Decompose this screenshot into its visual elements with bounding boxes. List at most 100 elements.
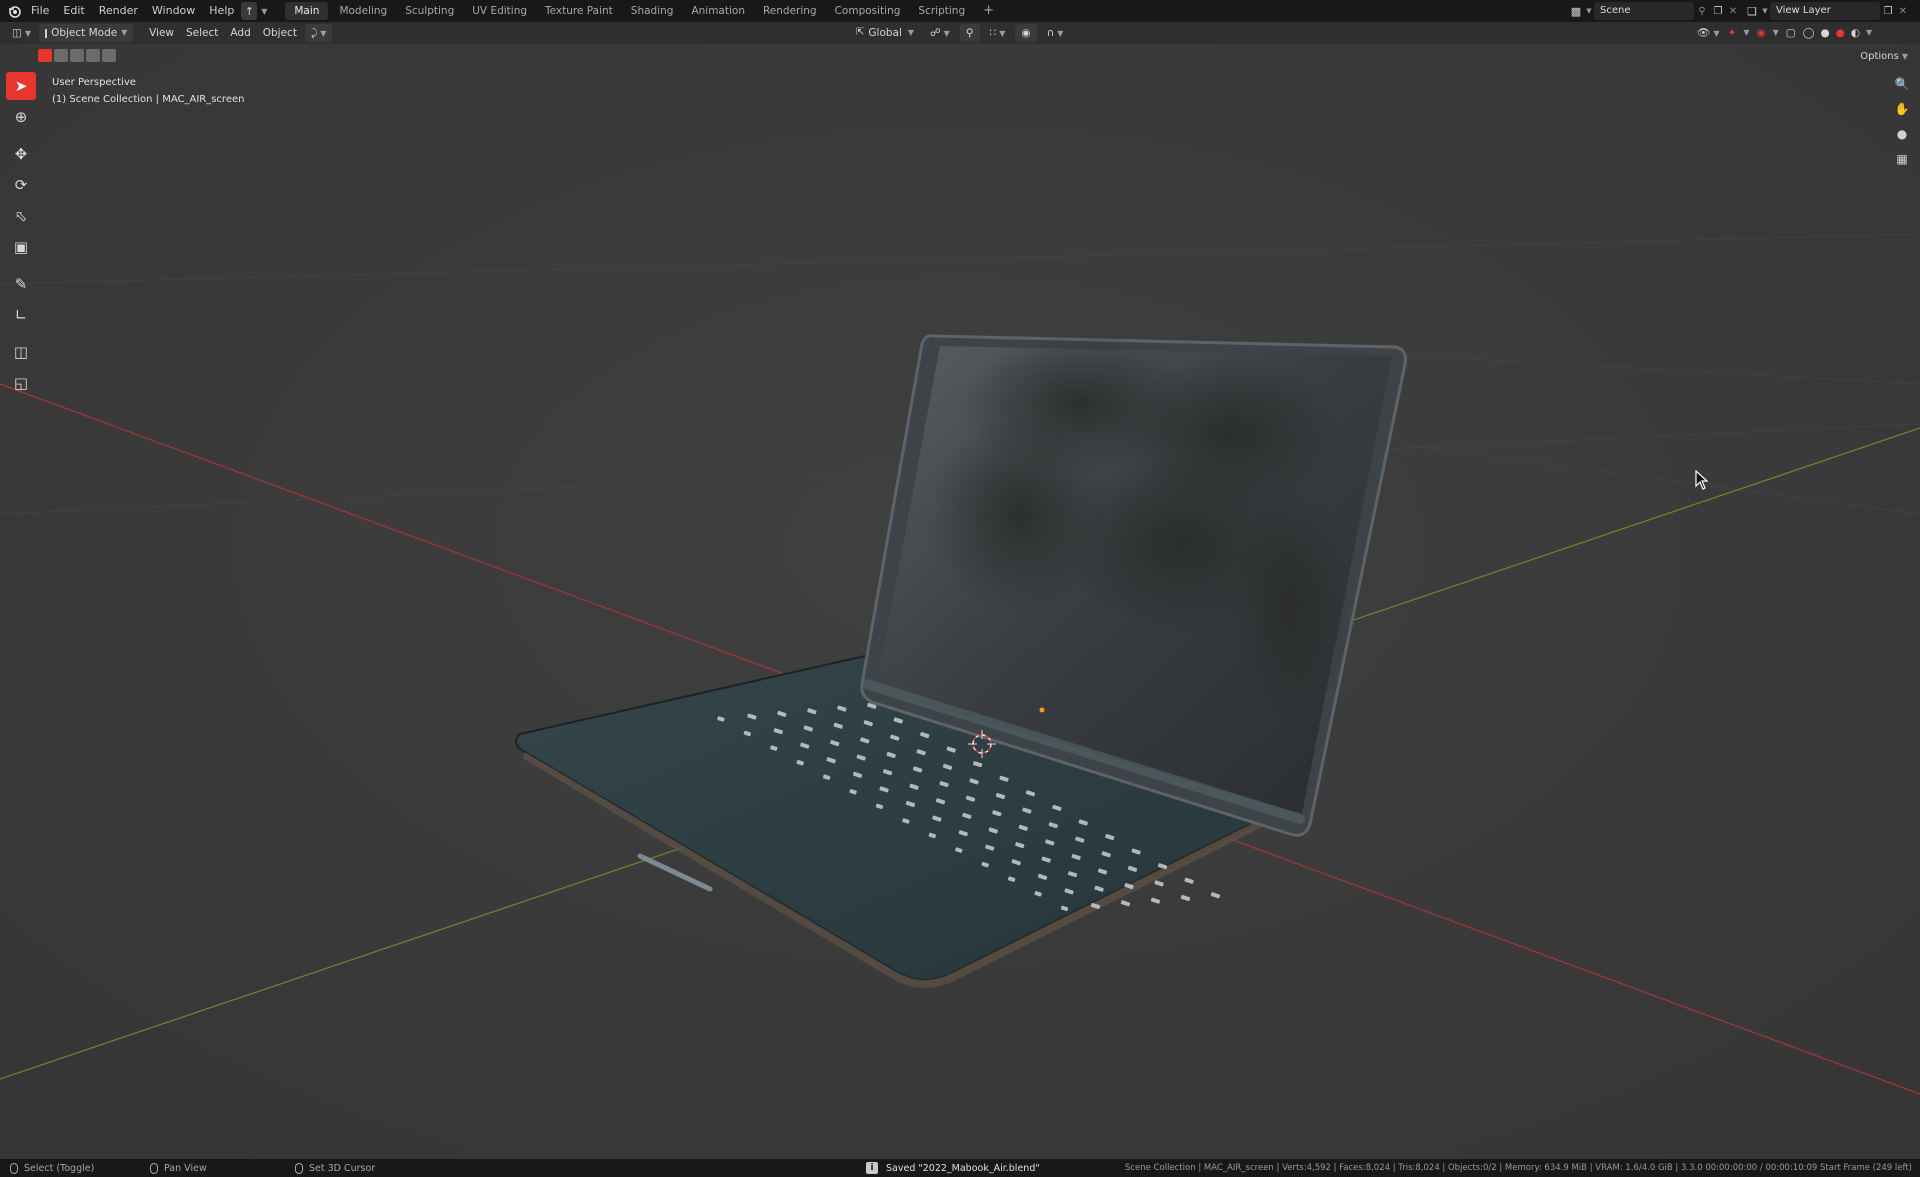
mode-dropdown[interactable]: Object Mode ▼ xyxy=(39,24,134,42)
measure-icon[interactable]: ∟ xyxy=(6,301,36,329)
tab-texture-paint[interactable]: Texture Paint xyxy=(536,0,622,22)
saved-report[interactable]: i Saved "2022_Mabook_Air.blend" xyxy=(866,1159,1040,1177)
blender-icon[interactable] xyxy=(4,2,24,20)
scene-name-field[interactable]: Scene xyxy=(1594,2,1694,20)
gpencil-dropdown[interactable]: ⤸ ▼ xyxy=(304,24,333,42)
status-pan-hint: Pan View xyxy=(150,1162,207,1174)
chevron-down-icon[interactable]: ▼ xyxy=(257,2,271,20)
menu-view[interactable]: View xyxy=(143,24,180,42)
move-icon[interactable]: ✥ xyxy=(6,140,36,168)
selection-mode-group xyxy=(38,49,116,62)
rendered-shading-button[interactable]: ◐ xyxy=(1849,24,1862,42)
viewport-header: ◫ ▼ Object Mode ▼ View Select Add Object … xyxy=(0,22,1920,44)
3d-viewport[interactable]: User Perspective (1) Scene Collection | … xyxy=(0,44,1920,1159)
invert-selection-icon[interactable] xyxy=(86,49,100,62)
info-icon: i xyxy=(866,1162,878,1174)
new-view-layer-icon[interactable]: ❐ xyxy=(1880,2,1896,20)
menu-file[interactable]: File xyxy=(24,0,56,22)
tab-shading[interactable]: Shading xyxy=(622,0,683,22)
menu-render[interactable]: Render xyxy=(92,0,145,22)
editor-type-icon[interactable]: ↑ xyxy=(241,2,258,20)
scene-statistics: Scene Collection | MAC_AIR_screen | Vert… xyxy=(1124,1163,1912,1173)
collection-label: (1) Scene Collection | MAC_AIR_screen xyxy=(52,94,245,105)
menu-help[interactable]: Help xyxy=(202,0,241,22)
tab-main[interactable]: Main xyxy=(285,2,329,20)
scene-icon[interactable]: ▩ xyxy=(1568,2,1584,20)
chevron-down-icon[interactable]: ▼ xyxy=(1771,24,1781,42)
tab-compositing[interactable]: Compositing xyxy=(826,0,910,22)
add-workspace-button[interactable]: + xyxy=(974,0,1003,22)
menu-edit[interactable]: Edit xyxy=(56,0,91,22)
pan-hint-label: Pan View xyxy=(164,1162,207,1174)
pivot-point-dropdown[interactable]: ☍ ▼ xyxy=(924,24,956,42)
select-hint-label: Select (Toggle) xyxy=(24,1162,95,1174)
chevron-down-icon: ▼ xyxy=(1901,52,1908,61)
saved-report-text: Saved "2022_Mabook_Air.blend" xyxy=(886,1162,1040,1174)
orientation-label: Global xyxy=(868,27,902,39)
annotate-icon[interactable]: ✎ xyxy=(6,270,36,298)
status-bar: Select (Toggle) Pan View Set 3D Cursor i… xyxy=(0,1159,1920,1177)
scale-icon[interactable]: ⬁ xyxy=(6,202,36,230)
menu-object[interactable]: Object xyxy=(257,24,303,42)
chevron-down-icon[interactable]: ▼ xyxy=(1760,2,1770,20)
set-selection-icon[interactable] xyxy=(38,49,52,62)
zoom-icon[interactable]: 🔍 xyxy=(1892,74,1912,94)
transform-icon[interactable]: ▣ xyxy=(6,233,36,261)
overlay-toggle[interactable]: ◉ xyxy=(1753,24,1768,42)
xray-toggle[interactable]: ▢ xyxy=(1783,24,1799,42)
object-mode-icon xyxy=(45,28,48,38)
close-icon[interactable]: ✕ xyxy=(1726,2,1740,20)
cursor-icon[interactable]: ⊕ xyxy=(6,103,36,131)
falloff-dropdown[interactable]: ∩ ▼ xyxy=(1041,24,1070,42)
wireframe-shading-button[interactable]: ◯ xyxy=(1801,24,1817,42)
orientation-icon: ⇱ xyxy=(856,27,865,38)
mode-label: Object Mode xyxy=(51,27,118,39)
chevron-down-icon: ▼ xyxy=(121,28,128,37)
proportional-edit-toggle[interactable]: ◉ xyxy=(1015,24,1037,42)
menu-select[interactable]: Select xyxy=(180,24,224,42)
gizmo-toggle[interactable]: ✦ xyxy=(1725,24,1740,42)
subtract-selection-icon[interactable] xyxy=(70,49,84,62)
tab-scripting[interactable]: Scripting xyxy=(909,0,974,22)
editor-type-button[interactable]: ◫ ▼ xyxy=(6,24,37,42)
chevron-down-icon[interactable]: ▼ xyxy=(1864,24,1874,42)
intersect-selection-icon[interactable] xyxy=(102,49,116,62)
options-dropdown[interactable]: Options ▼ xyxy=(1854,49,1914,65)
tool-shelf: ➤ ⊕ ✥ ⟳ ⬁ ▣ ✎ ∟ ◫ ◱ xyxy=(6,72,38,400)
transform-orientation-dropdown[interactable]: ⇱ Global ▼ xyxy=(850,24,920,42)
chevron-down-icon[interactable]: ▼ xyxy=(1741,24,1751,42)
menu-add[interactable]: Add xyxy=(224,24,256,42)
rotate-icon[interactable]: ⟳ xyxy=(6,171,36,199)
select-box-icon[interactable]: ➤ xyxy=(6,72,36,100)
close-icon[interactable]: ✕ xyxy=(1896,2,1910,20)
viewport-overlay-text: User Perspective (1) Scene Collection | … xyxy=(52,74,244,108)
chevron-down-icon[interactable]: ▼ xyxy=(1584,2,1594,20)
extend-selection-icon[interactable] xyxy=(54,49,68,62)
solid-shading-button[interactable]: ● xyxy=(1818,24,1831,42)
mouse-middle-icon xyxy=(150,1162,158,1174)
material-shading-button[interactable]: ● xyxy=(1834,24,1847,42)
visibility-dropdown[interactable]: 👁 ▼ xyxy=(1694,24,1723,42)
pan-hand-icon[interactable]: ✋ xyxy=(1892,99,1912,119)
options-label: Options xyxy=(1860,51,1899,62)
mouse-left-icon xyxy=(10,1162,18,1174)
tab-modeling[interactable]: Modeling xyxy=(330,0,396,22)
scale-cage-icon[interactable]: ◱ xyxy=(6,369,36,397)
new-scene-icon[interactable]: ❐ xyxy=(1710,2,1726,20)
top-menu-bar: File Edit Render Window Help ↑ ▼ Main Mo… xyxy=(0,0,1920,22)
camera-icon[interactable]: ● xyxy=(1892,124,1912,144)
add-cube-icon[interactable]: ◫ xyxy=(6,338,36,366)
menu-window[interactable]: Window xyxy=(145,0,202,22)
snap-target-dropdown[interactable]: ∷ ▼ xyxy=(984,24,1012,42)
view-layer-icon[interactable]: ❏ xyxy=(1744,2,1760,20)
tab-uv-editing[interactable]: UV Editing xyxy=(463,0,536,22)
tab-animation[interactable]: Animation xyxy=(682,0,754,22)
tab-sculpting[interactable]: Sculpting xyxy=(396,0,463,22)
grid-icon[interactable]: ▦ xyxy=(1892,149,1912,169)
status-select-hint: Select (Toggle) xyxy=(10,1162,95,1174)
tab-rendering[interactable]: Rendering xyxy=(754,0,826,22)
pin-icon[interactable]: ⚲ xyxy=(1694,2,1710,20)
snap-toggle[interactable]: ⚲ xyxy=(959,24,980,42)
view-layer-field[interactable]: View Layer xyxy=(1770,2,1880,20)
view-name: User Perspective xyxy=(52,77,136,88)
